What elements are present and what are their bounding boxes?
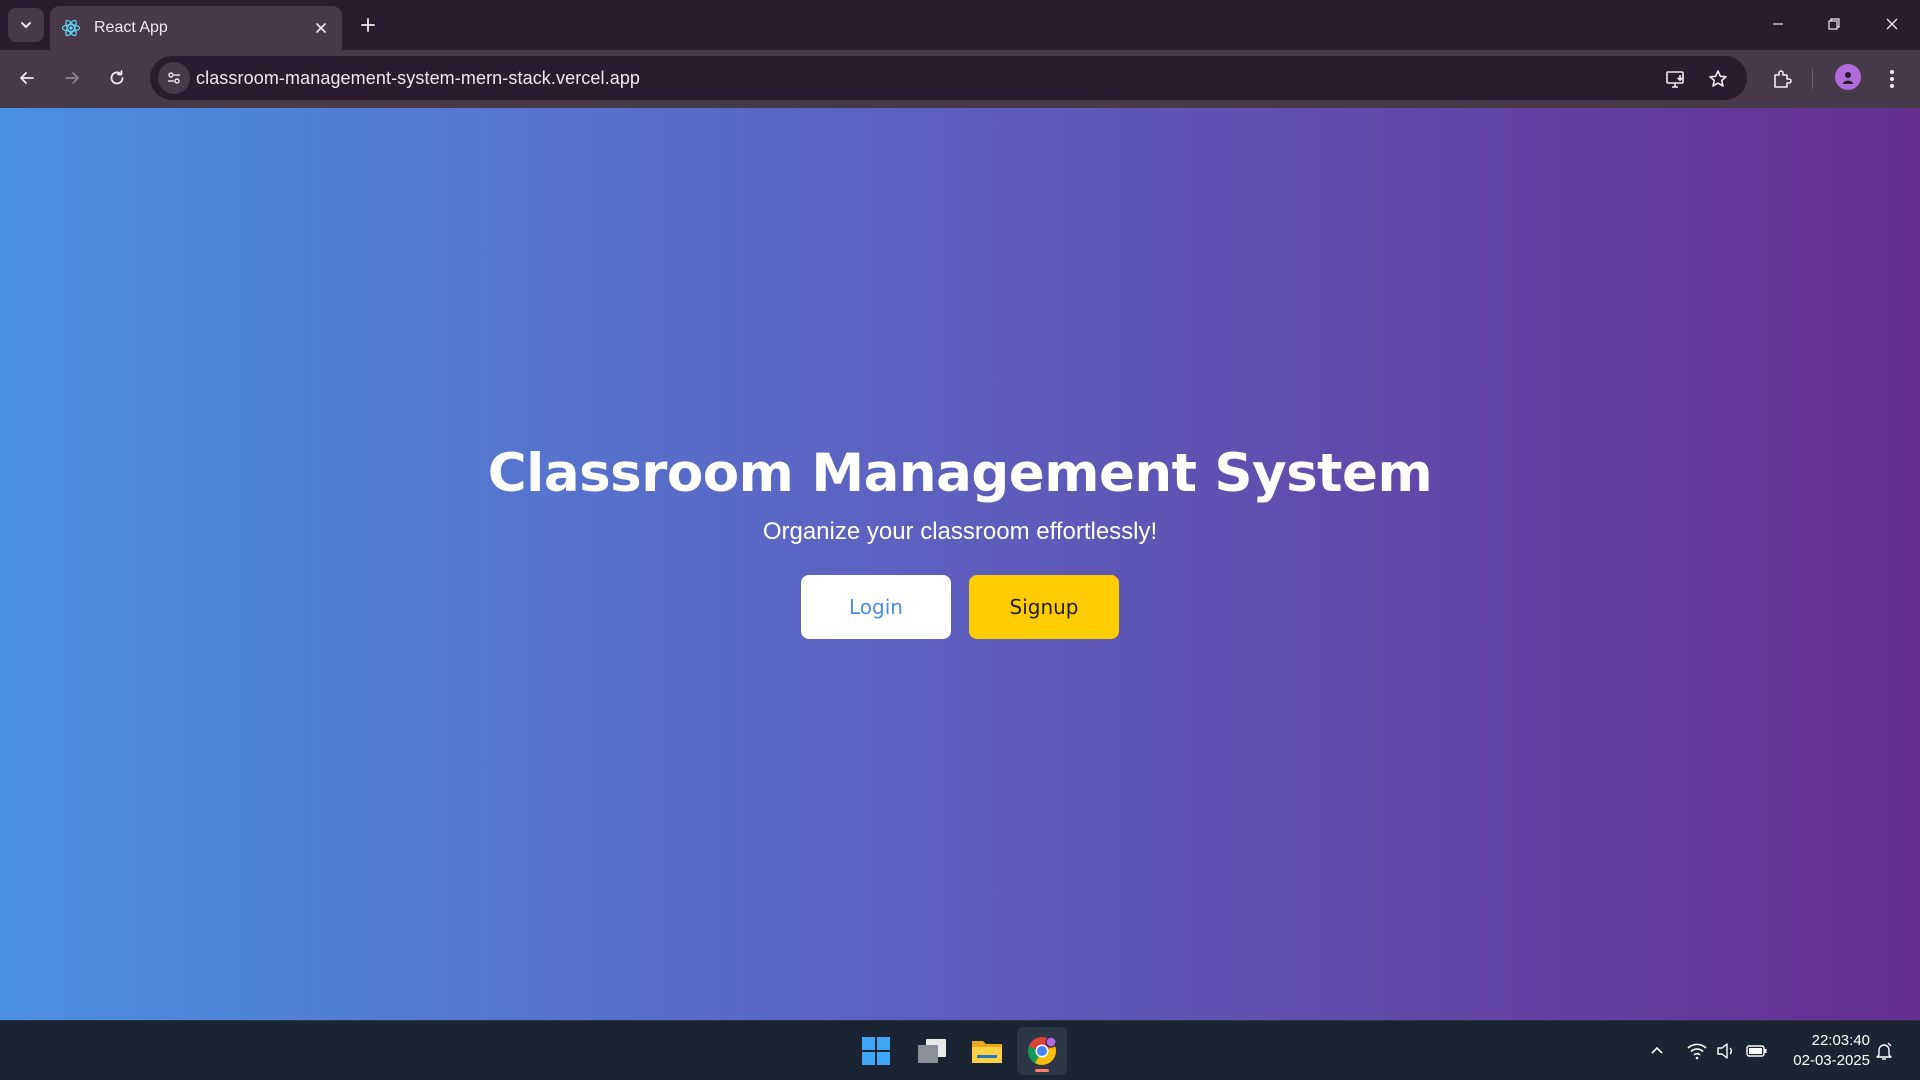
- minimize-button[interactable]: [1750, 0, 1806, 48]
- tab-strip: React App: [0, 0, 1920, 50]
- browser-menu-icon[interactable]: [1874, 61, 1910, 97]
- active-indicator: [1035, 1069, 1049, 1072]
- url-text[interactable]: classroom-management-system-mern-stack.v…: [196, 68, 640, 89]
- close-window-button[interactable]: [1864, 0, 1920, 48]
- battery-icon[interactable]: [1745, 1039, 1769, 1063]
- toolbar-divider: [1812, 69, 1813, 89]
- extensions-icon[interactable]: [1764, 61, 1800, 97]
- notifications-icon[interactable]: [1872, 1039, 1896, 1063]
- reload-button[interactable]: [98, 59, 136, 97]
- task-view-icon: [918, 1039, 946, 1063]
- page-viewport: Classroom Management System Organize you…: [0, 108, 1920, 1020]
- signup-button[interactable]: Signup: [969, 575, 1119, 639]
- chevron-down-icon: [21, 22, 31, 29]
- bookmark-star-icon[interactable]: [1703, 64, 1733, 94]
- arrow-right-icon: [65, 72, 79, 84]
- reload-icon: [110, 70, 124, 85]
- close-tab-icon[interactable]: [310, 17, 332, 39]
- start-button[interactable]: [851, 1027, 901, 1075]
- page-subtitle: Organize your classroom effortlessly!: [762, 518, 1158, 545]
- file-explorer-button[interactable]: [962, 1027, 1012, 1075]
- chrome-icon: [1028, 1036, 1057, 1065]
- chevron-up-icon[interactable]: [1645, 1039, 1669, 1063]
- login-button[interactable]: Login: [801, 575, 951, 639]
- react-icon: [60, 17, 82, 39]
- tab-title: React App: [94, 19, 168, 36]
- tune-icon: [168, 72, 180, 84]
- wifi-icon[interactable]: [1685, 1039, 1709, 1063]
- browser-tab[interactable]: React App: [50, 6, 342, 50]
- hero-section: Classroom Management System Organize you…: [0, 108, 1920, 1020]
- address-bar[interactable]: classroom-management-system-mern-stack.v…: [150, 56, 1747, 100]
- new-tab-button[interactable]: [352, 10, 384, 40]
- profile-icon: [1843, 72, 1853, 84]
- profile-avatar[interactable]: [1835, 64, 1861, 90]
- close-icon: [1886, 18, 1898, 30]
- arrow-left-icon: [20, 72, 34, 84]
- back-button[interactable]: [8, 59, 46, 97]
- taskbar-clock[interactable]: 22:03:40 02-03-2025: [1780, 1031, 1870, 1071]
- plus-icon: [361, 18, 375, 32]
- site-info-button[interactable]: [158, 62, 190, 94]
- browser-toolbar: classroom-management-system-mern-stack.v…: [0, 50, 1920, 108]
- windows-start-icon: [862, 1037, 890, 1065]
- restore-button[interactable]: [1806, 0, 1862, 48]
- page-title: Classroom Management System: [487, 443, 1433, 504]
- file-explorer-icon: [972, 1041, 1002, 1063]
- volume-icon[interactable]: [1714, 1039, 1738, 1063]
- taskbar: 22:03:40 02-03-2025: [0, 1020, 1920, 1080]
- clock-time: 22:03:40: [1811, 1032, 1870, 1049]
- minimize-icon: [1773, 23, 1783, 25]
- install-app-icon[interactable]: [1661, 64, 1691, 94]
- restore-icon: [1828, 18, 1840, 30]
- forward-button[interactable]: [53, 59, 91, 97]
- task-view-button[interactable]: [907, 1027, 957, 1075]
- chrome-taskbar-button[interactable]: [1017, 1027, 1067, 1075]
- tab-search-button[interactable]: [8, 8, 44, 42]
- clock-date: 02-03-2025: [1793, 1052, 1870, 1069]
